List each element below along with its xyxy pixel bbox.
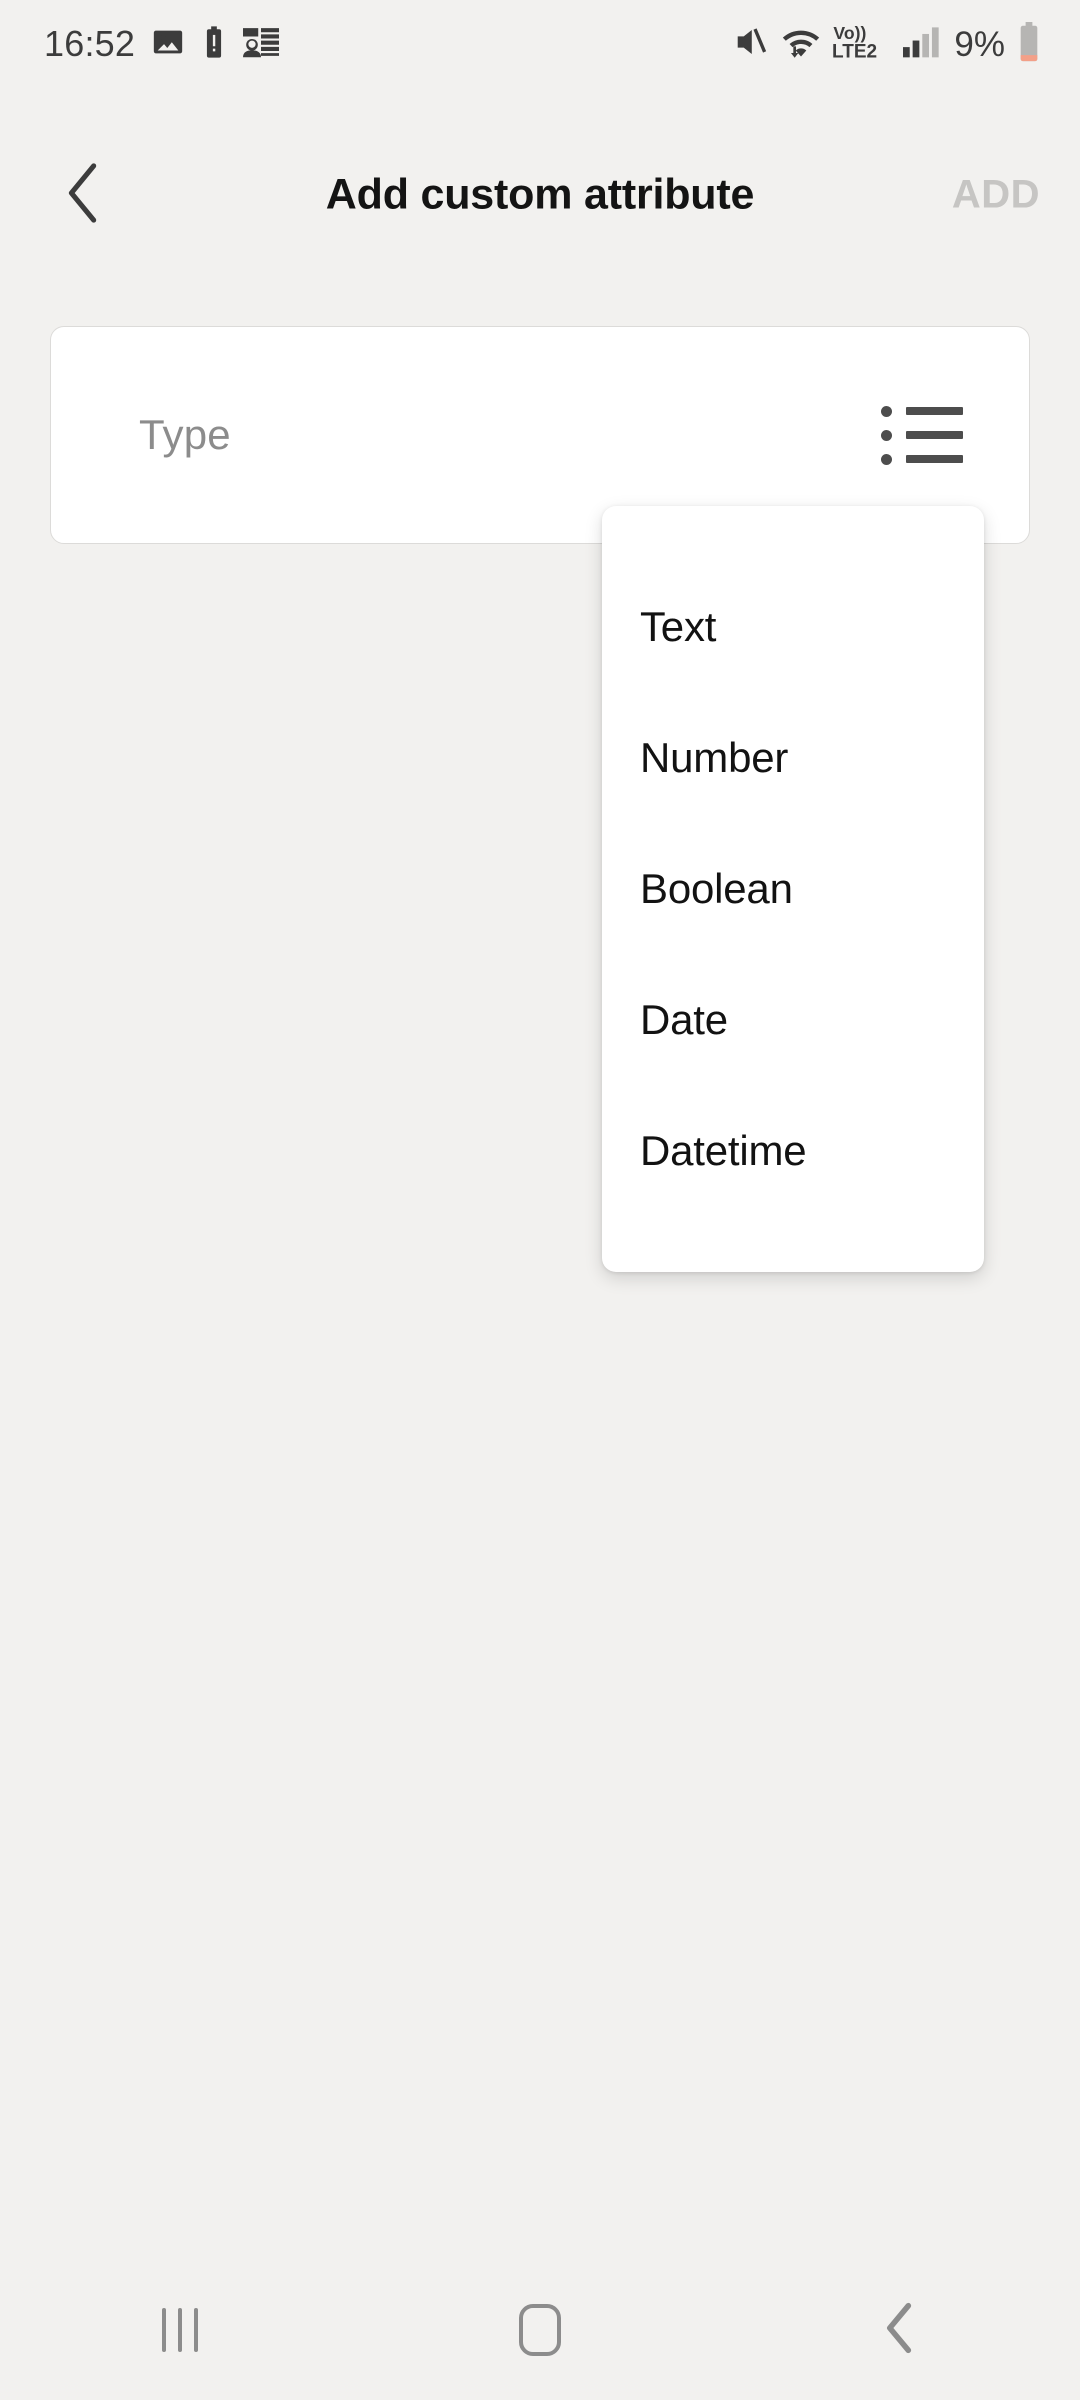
mute-icon: [732, 25, 770, 64]
status-bar: 16:52 Vo)) LTE2 9%: [0, 0, 1080, 88]
recents-button[interactable]: [100, 2260, 260, 2400]
system-navigation-bar: [0, 2260, 1080, 2400]
type-field-label: Type: [139, 411, 231, 458]
battery-alert-icon: [201, 25, 227, 64]
home-button[interactable]: [460, 2260, 620, 2400]
list-row: [881, 453, 963, 465]
list-dot: [881, 405, 892, 417]
list-bullet-icon[interactable]: [881, 405, 963, 465]
list-dot: [881, 429, 892, 441]
dropdown-option-text[interactable]: Text: [602, 562, 984, 693]
image-icon: [151, 25, 185, 64]
add-button[interactable]: ADD: [952, 173, 1040, 218]
battery-percent-label: 9%: [954, 24, 1005, 64]
dropdown-option-number[interactable]: Number: [602, 693, 984, 824]
status-bar-left: 16:52: [44, 23, 280, 64]
signal-icon: [903, 25, 941, 64]
nav-back-icon: [883, 2302, 917, 2359]
svg-text:LTE2: LTE2: [832, 41, 877, 62]
battery-icon: [1016, 21, 1042, 67]
list-dot: [881, 453, 892, 465]
list-row: [881, 429, 963, 441]
contacts-icon: [243, 25, 280, 64]
page-title: Add custom attribute: [325, 170, 755, 219]
status-bar-right: Vo)) LTE2 9%: [732, 21, 1042, 67]
wifi-icon: [779, 24, 823, 65]
list-dash: [906, 455, 963, 463]
svg-text:Vo)): Vo)): [834, 23, 867, 43]
list-dash: [906, 407, 963, 415]
list-dash: [906, 431, 963, 439]
status-clock: 16:52: [44, 23, 136, 64]
recents-icon: [162, 2308, 198, 2352]
system-back-button[interactable]: [820, 2260, 980, 2400]
dropdown-option-datetime[interactable]: Datetime: [602, 1085, 984, 1216]
list-row: [881, 405, 963, 417]
home-icon: [519, 2304, 561, 2356]
type-dropdown-menu: Text Number Boolean Date Datetime: [602, 506, 984, 1272]
app-header: Add custom attribute ADD: [0, 140, 1080, 250]
volte-lte2-icon: Vo)) LTE2: [832, 22, 894, 67]
dropdown-option-boolean[interactable]: Boolean: [602, 824, 984, 955]
dropdown-option-date[interactable]: Date: [602, 954, 984, 1085]
